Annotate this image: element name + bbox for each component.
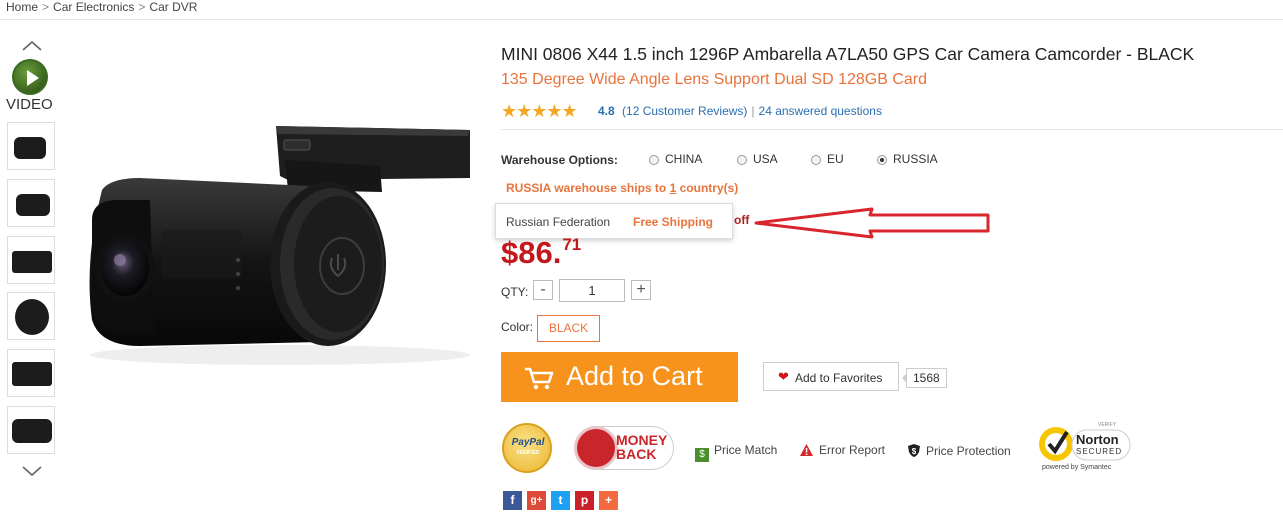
favorites-count: 1568 (902, 368, 947, 388)
warehouse-option-china[interactable]: CHINA (649, 152, 702, 166)
breadcrumb-separator: > (138, 0, 146, 14)
price-match-icon: $ (695, 448, 709, 462)
breadcrumb-car-electronics[interactable]: Car Electronics (53, 0, 134, 14)
product-price: $86.71 (501, 235, 582, 270)
warehouse-option-eu[interactable]: EU (811, 152, 844, 166)
shield-icon: $ (908, 444, 920, 457)
rating-stars: ★★★★★ (501, 101, 578, 121)
video-label[interactable]: VIDEO (6, 96, 53, 113)
breadcrumb-home[interactable]: Home (6, 0, 38, 14)
rating-summary: 4.8 (12 Customer Reviews) | 24 answered qu… (598, 104, 882, 118)
google-plus-share-icon[interactable]: g+ (527, 491, 546, 510)
video-play-icon[interactable] (12, 59, 48, 95)
annotation-arrow-icon (754, 207, 990, 239)
thumbnail-1[interactable] (7, 122, 55, 170)
warehouse-label: Warehouse Options: (501, 153, 618, 167)
radio-icon (811, 155, 821, 165)
color-option-black[interactable]: BLACK (537, 315, 600, 342)
thumbnail-6[interactable] (7, 406, 55, 454)
radio-selected-icon (877, 155, 887, 165)
warehouse-option-russia[interactable]: RUSSIA (877, 152, 938, 166)
warehouse-option-usa[interactable]: USA (737, 152, 778, 166)
error-report-link[interactable]: Error Report (799, 443, 885, 457)
chevron-down-icon[interactable] (17, 463, 47, 479)
shipping-popup: Russian Federation Free Shipping (495, 203, 733, 239)
norton-powered: powered by Symantec (1042, 464, 1112, 471)
norton-verify: VERIFY (1098, 422, 1117, 428)
add-to-cart-label: Add to Cart (566, 361, 703, 391)
add-to-cart-button[interactable]: Add to Cart (501, 352, 738, 402)
thumbnail-3[interactable] (7, 236, 55, 284)
customer-reviews-link[interactable]: (12 Customer Reviews) (622, 104, 747, 118)
quantity-input[interactable]: 1 (559, 279, 625, 302)
paypal-verified-badge: PayPal VERIFIED (502, 423, 552, 473)
add-to-favorites-label: Add to Favorites (795, 371, 883, 385)
quantity-increase-button[interactable]: + (631, 280, 651, 300)
product-title: MINI 0806 X44 1.5 inch 1296P Ambarella A… (501, 44, 1195, 64)
add-to-favorites-button[interactable]: ❤ Add to Favorites (763, 362, 899, 391)
quantity-decrease-button[interactable]: - (533, 280, 553, 300)
chevron-up-icon[interactable] (17, 38, 47, 54)
rating-value: 4.8 (598, 104, 615, 118)
twitter-share-icon[interactable]: t (551, 491, 570, 510)
price-match-link[interactable]: $ Price Match (695, 443, 777, 462)
norton-secured-badge: VERIFY Norton SECURED powered by Symante… (1036, 422, 1132, 474)
norton-secured: SECURED (1076, 447, 1123, 456)
color-label: Color: (501, 320, 534, 334)
radio-icon (737, 155, 747, 165)
answered-questions-link[interactable]: 24 answered questions (759, 104, 882, 118)
thumbnail-2[interactable] (7, 179, 55, 227)
breadcrumb: Home > Car Electronics > Car DVR (6, 0, 197, 14)
title-divider (501, 129, 1283, 130)
radio-icon (649, 155, 659, 165)
discount-off-text: off (734, 213, 750, 227)
product-subtitle: 135 Degree Wide Angle Lens Support Dual … (501, 71, 928, 88)
popup-free-shipping: Free Shipping (633, 215, 714, 229)
breadcrumb-car-dvr[interactable]: Car DVR (149, 0, 197, 14)
facebook-share-icon[interactable]: f (503, 491, 522, 510)
quantity-label: QTY: (501, 285, 529, 299)
popup-country: Russian Federation (506, 215, 611, 229)
header-divider (0, 19, 1283, 20)
pinterest-share-icon[interactable]: p (575, 491, 594, 510)
price-protection-link[interactable]: $ Price Protection (907, 443, 1011, 458)
thumbnail-5[interactable] (7, 349, 55, 397)
cart-icon (525, 367, 554, 390)
price-cents: 71 (562, 235, 582, 254)
more-share-icon[interactable]: + (599, 491, 618, 510)
product-main-image[interactable] (70, 120, 490, 370)
rating-separator: | (751, 104, 755, 118)
shipping-note: RUSSIA warehouse ships to 1 country(s) (506, 181, 739, 195)
svg-text:$: $ (912, 447, 917, 456)
thumbnail-4[interactable] (7, 292, 55, 340)
money-back-badge: MONEY BACK (574, 426, 674, 470)
heart-icon: ❤ (778, 369, 789, 384)
warning-icon (800, 444, 813, 456)
norton-name: Norton (1076, 432, 1119, 447)
money-back-seal-icon (574, 426, 618, 470)
breadcrumb-separator: > (42, 0, 50, 14)
